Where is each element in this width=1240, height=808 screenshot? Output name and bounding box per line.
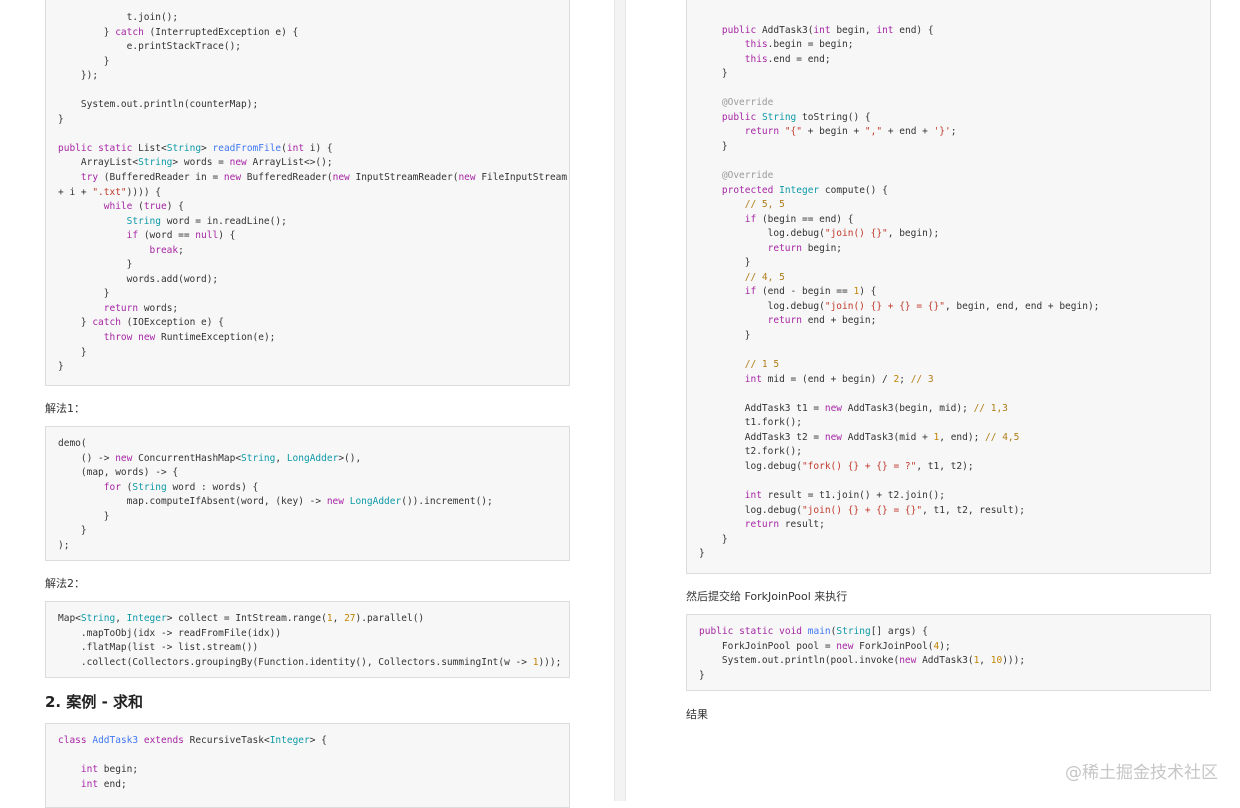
code-line: t1.fork(); xyxy=(699,417,802,429)
code-line: } xyxy=(699,669,705,681)
code-block-solution-1: demo( () -> new ConcurrentHashMap<String… xyxy=(45,426,570,561)
code-line: this.end = end; xyxy=(744,53,831,65)
code-line: map.computeIfAbsent(word, (key) -> new L… xyxy=(58,496,493,508)
code-line: .mapToObj(idx -> readFromFile(idx)) xyxy=(58,627,282,639)
watermark: @稀土掘金技术社区 xyxy=(1065,763,1218,783)
code-line: } xyxy=(699,548,705,560)
code-line: () -> new ConcurrentHashMap<String, Long… xyxy=(58,452,362,464)
submit-label: 然后提交给 ForkJoinPool 来执行 xyxy=(686,590,848,603)
code-line: int begin; xyxy=(80,764,139,776)
code-line: } xyxy=(58,525,87,537)
code-line: public static void main(String[] args) { xyxy=(699,626,928,637)
code-line: } xyxy=(699,68,728,80)
solution-2-label: 解法2： xyxy=(45,577,85,590)
code-line: ); xyxy=(58,539,70,551)
code-line: ArrayList<String> words = new ArrayList<… xyxy=(58,157,333,169)
code-line: } xyxy=(58,113,64,125)
code-line: } xyxy=(58,259,133,271)
code-line: class AddTask3 extends RecursiveTask<Int… xyxy=(58,735,327,746)
code-line: AddTask3 t1 = new AddTask3(begin, mid); … xyxy=(699,402,1008,414)
code-line: } catch (InterruptedException e) { xyxy=(58,26,299,38)
code-line: t2.fork(); xyxy=(699,446,802,458)
code-line: } xyxy=(58,55,110,67)
code-line: ForkJoinPool pool = new ForkJoinPool(4); xyxy=(699,640,951,652)
code-block-addtask3-header: class AddTask3 extends RecursiveTask<Int… xyxy=(45,723,570,808)
code-line: log.debug("join() {} + {} = {}", t1, t2,… xyxy=(699,504,1026,516)
code-line: while (true) { xyxy=(103,201,184,213)
code-line: } xyxy=(58,346,87,358)
code-line: break; xyxy=(149,244,184,256)
code-line: } catch (IOException e) { xyxy=(58,317,224,329)
code-line: words.add(word); xyxy=(58,273,219,285)
code-line: e.printStackTrace(); xyxy=(58,41,242,53)
code-line: @Override xyxy=(721,170,774,182)
solution-1-label: 解法1： xyxy=(45,402,85,415)
code-line: } xyxy=(699,257,751,269)
code-line: t.join(); xyxy=(58,12,179,23)
code-line: return end + begin; xyxy=(767,315,877,327)
code-line: } xyxy=(699,533,728,545)
code-line: // 4, 5 xyxy=(744,271,785,283)
code-block-read-from-file: t.join(); } catch (InterruptedException … xyxy=(45,0,570,386)
code-line: (map, words) -> { xyxy=(58,467,179,479)
code-line: System.out.println(pool.invoke(new AddTa… xyxy=(699,655,1026,667)
code-line: log.debug("join() {}", begin); xyxy=(699,228,940,240)
code-line: return "{" + begin + "," + end + '}'; xyxy=(744,126,957,138)
code-line: } xyxy=(58,510,110,522)
code-line: } xyxy=(58,361,64,373)
code-block-addtask3-body: public AddTask3(int begin, int end) { th… xyxy=(686,0,1211,574)
code-line: if (word == null) { xyxy=(126,230,236,242)
code-line: AddTask3 t2 = new AddTask3(mid + 1, end)… xyxy=(699,431,1020,443)
code-line: String word = in.readLine(); xyxy=(126,215,287,227)
code-line: return result; xyxy=(744,519,825,531)
left-page: t.join(); } catch (InterruptedException … xyxy=(0,0,614,808)
section-heading: 2. 案例 - 求和 xyxy=(45,693,144,711)
code-line: log.debug("fork() {} + {} = ?", t1, t2); xyxy=(699,460,974,472)
code-line: int mid = (end + begin) / 2; // 3 xyxy=(744,373,934,385)
code-line: public AddTask3(int begin, int end) { xyxy=(721,24,934,36)
result-label: 结果 xyxy=(686,708,708,721)
code-line: Map<String, Integer> collect = IntStream… xyxy=(58,613,425,624)
code-line: try (BufferedReader in = new BufferedRea… xyxy=(80,172,570,184)
code-line: } xyxy=(699,140,728,152)
code-line: demo( xyxy=(58,438,87,449)
code-line: this.begin = begin; xyxy=(744,39,854,51)
code-line: // 1 5 xyxy=(744,359,780,371)
code-line: } xyxy=(699,330,751,342)
code-line: .collect(Collectors.groupingBy(Function.… xyxy=(58,656,562,668)
code-line: for (String word : words) { xyxy=(103,481,259,493)
code-line: @Override xyxy=(721,97,774,109)
code-line: log.debug("join() {} + {} = {}", begin, … xyxy=(699,300,1100,312)
code-line: if (begin == end) { xyxy=(744,213,854,225)
code-line: public String toString() { xyxy=(721,111,871,123)
code-block-main: public static void main(String[] args) {… xyxy=(686,614,1211,691)
code-line: if (end - begin == 1) { xyxy=(744,286,877,298)
code-line: int end; xyxy=(80,778,127,790)
code-line: int result = t1.join() + t2.join(); xyxy=(744,490,945,502)
page-divider xyxy=(614,0,626,801)
code-line: throw new RuntimeException(e); xyxy=(103,332,276,344)
code-block-solution-2: Map<String, Integer> collect = IntStream… xyxy=(45,601,570,678)
code-line: }); xyxy=(58,70,99,82)
code-line: System.out.println(counterMap); xyxy=(58,99,259,111)
code-line: } xyxy=(58,288,110,300)
code-line: public static List<String> readFromFile(… xyxy=(58,142,333,154)
code-line: // 5, 5 xyxy=(744,199,785,211)
code-line: return begin; xyxy=(767,242,843,254)
right-page: public AddTask3(int begin, int end) { th… xyxy=(626,0,1240,801)
code-line: .flatMap(list -> list.stream()) xyxy=(58,642,259,654)
code-line: protected Integer compute() { xyxy=(721,184,888,196)
code-line: return words; xyxy=(103,302,179,314)
code-line: + i + ".txt")))) { xyxy=(58,186,161,198)
